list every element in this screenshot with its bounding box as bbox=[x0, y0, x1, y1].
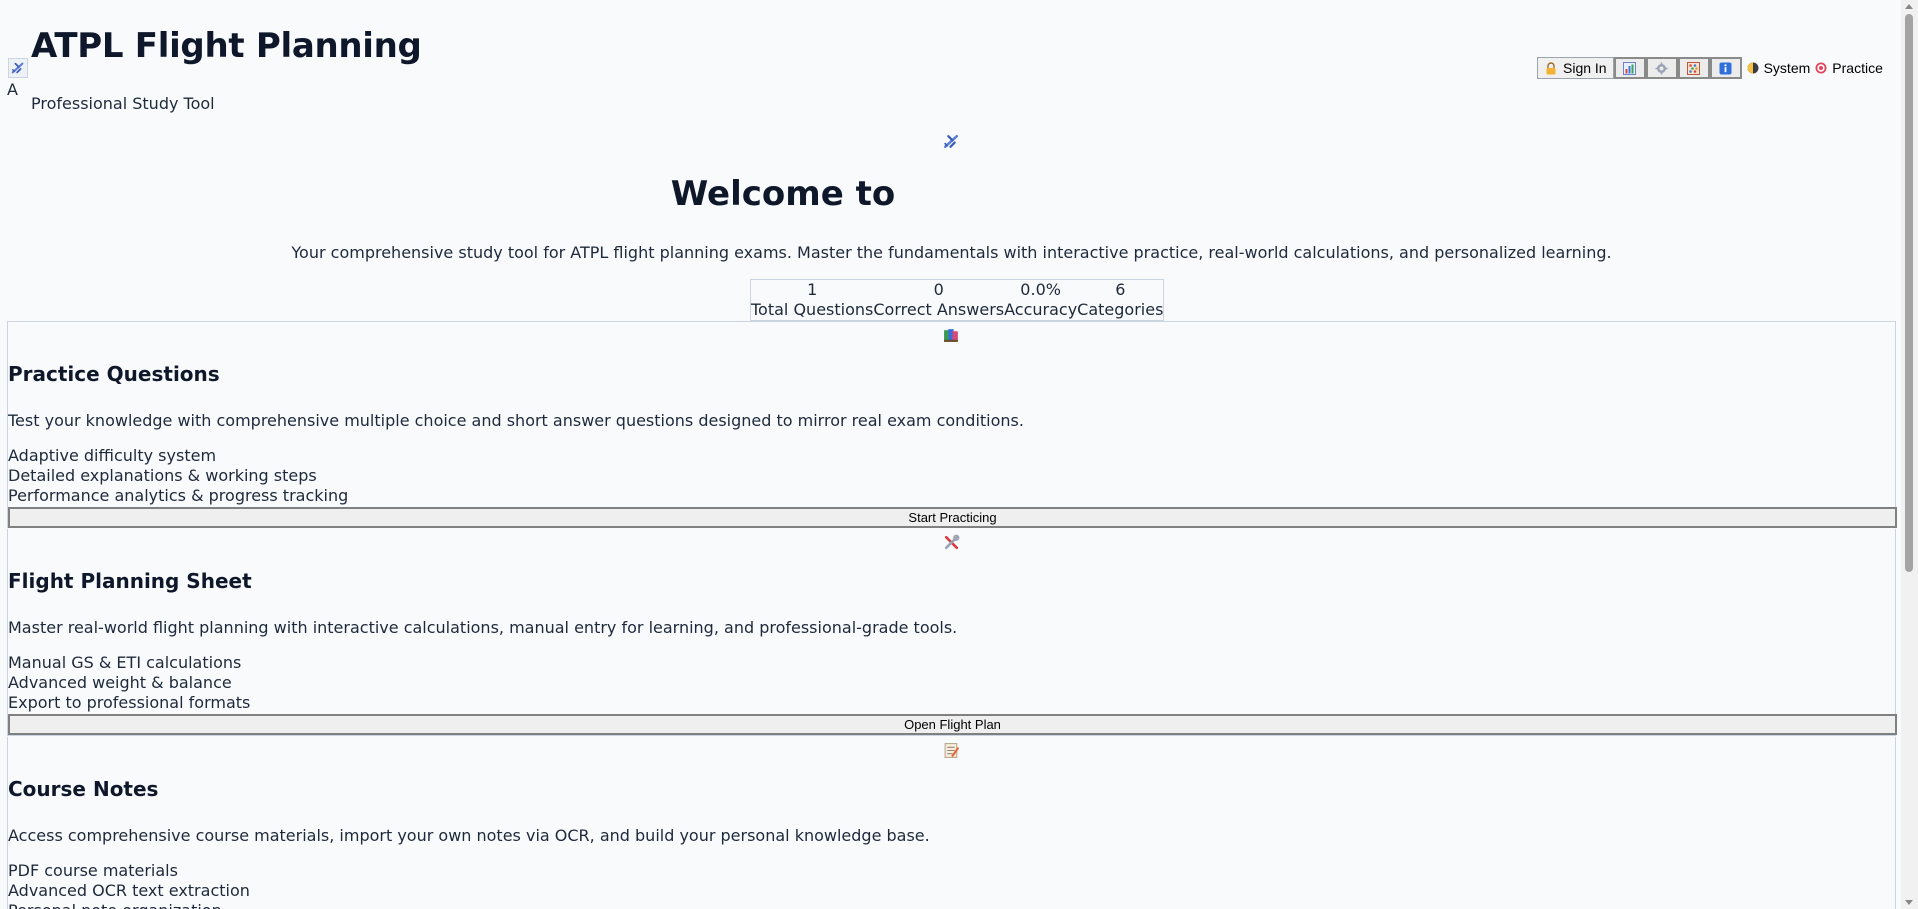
feature-item: Detailed explanations & working steps bbox=[8, 466, 317, 485]
sign-in-button[interactable]: Sign In bbox=[1537, 57, 1614, 79]
mode-label: Practice bbox=[1832, 60, 1883, 76]
flight-planning-card: Flight Planning Sheet Master real-world … bbox=[7, 529, 1897, 736]
card-title: Flight Planning Sheet bbox=[8, 569, 252, 593]
feature-item: PDF course materials bbox=[8, 861, 178, 880]
feature-item: Manual GS & ETI calculations bbox=[8, 653, 242, 672]
stat-total-questions: 1 Total Questions bbox=[751, 280, 873, 320]
books-icon bbox=[943, 327, 960, 344]
stat-correct-answers: 0 Correct Answers bbox=[873, 280, 1004, 320]
logo-image bbox=[8, 58, 28, 78]
header-toolbar: Sign In System Practice bbox=[1537, 57, 1883, 79]
settings-button[interactable] bbox=[1645, 57, 1678, 79]
stat-value: 1 bbox=[807, 280, 818, 299]
stat-accuracy: 0.0% Accuracy bbox=[1004, 280, 1077, 320]
sign-in-label: Sign In bbox=[1563, 60, 1607, 76]
half-moon-icon bbox=[1746, 61, 1760, 75]
theme-label: System bbox=[1763, 60, 1811, 76]
scroll-up-arrow-icon[interactable] bbox=[1905, 4, 1913, 9]
card-description: Master real-world flight planning with i… bbox=[8, 618, 958, 637]
stat-label: Categories bbox=[1077, 300, 1164, 319]
logo-alt-text: A bbox=[7, 80, 18, 99]
feature-item: Export to professional formats bbox=[8, 693, 251, 712]
feature-item: Performance analytics & progress trackin… bbox=[8, 486, 349, 505]
feature-item: Personal note organization bbox=[8, 901, 250, 909]
stat-label: Correct Answers bbox=[873, 300, 1005, 319]
abacus-icon bbox=[1687, 61, 1701, 75]
feature-item: Advanced weight & balance bbox=[8, 673, 232, 692]
stat-value: 0 bbox=[933, 280, 944, 299]
practice-questions-card: Practice Questions Test your knowledge w… bbox=[7, 321, 1897, 528]
notes-icon bbox=[943, 742, 960, 759]
feature-list: Manual GS & ETI calculations Advanced we… bbox=[8, 653, 250, 713]
feature-item: Advanced OCR text extraction bbox=[8, 881, 250, 900]
scroll-down-arrow-icon[interactable] bbox=[1905, 900, 1913, 905]
card-title: Practice Questions bbox=[8, 362, 220, 386]
info-button[interactable] bbox=[1709, 57, 1742, 79]
app-subtitle: Professional Study Tool bbox=[31, 94, 215, 113]
analytics-button[interactable] bbox=[1613, 57, 1646, 79]
scroll-thumb[interactable] bbox=[1905, 14, 1913, 572]
feature-list: Adaptive difficulty system Detailed expl… bbox=[8, 446, 348, 506]
stat-value: 0.0% bbox=[1020, 280, 1061, 299]
bar-chart-icon bbox=[1623, 61, 1637, 75]
calculator-button[interactable] bbox=[1677, 57, 1710, 79]
lock-icon bbox=[1544, 61, 1558, 75]
stat-value: 6 bbox=[1115, 280, 1126, 299]
stat-label: Total Questions bbox=[751, 300, 874, 319]
open-flight-plan-button[interactable]: Open Flight Plan bbox=[8, 714, 1897, 735]
info-icon bbox=[1719, 61, 1733, 75]
feature-list: PDF course materials Advanced OCR text e… bbox=[8, 861, 250, 909]
card-title: Course Notes bbox=[8, 777, 159, 801]
card-description: Test your knowledge with comprehensive m… bbox=[8, 411, 1024, 430]
course-notes-card: Course Notes Access comprehensive course… bbox=[7, 737, 1896, 909]
welcome-description: Your comprehensive study tool for ATPL f… bbox=[291, 243, 1612, 262]
theme-toggle[interactable]: System bbox=[1746, 60, 1811, 76]
app-title: ATPL Flight Planning bbox=[31, 26, 422, 66]
tools-icon bbox=[943, 534, 960, 551]
airplane-icon bbox=[11, 62, 24, 74]
stat-label: Accuracy bbox=[1004, 300, 1078, 319]
stat-categories: 6 Categories bbox=[1077, 280, 1163, 320]
welcome-heading: Welcome to bbox=[670, 174, 896, 214]
target-icon bbox=[1814, 61, 1828, 75]
start-practicing-button[interactable]: Start Practicing bbox=[8, 507, 1897, 528]
stats-panel: 1 Total Questions 0 Correct Answers 0.0%… bbox=[750, 279, 1165, 321]
feature-item: Adaptive difficulty system bbox=[8, 446, 217, 465]
page-scrollbar[interactable] bbox=[1901, 0, 1918, 909]
mode-toggle[interactable]: Practice bbox=[1814, 60, 1883, 76]
airplane-icon bbox=[943, 133, 960, 150]
gear-icon bbox=[1655, 61, 1669, 75]
card-description: Access comprehensive course materials, i… bbox=[8, 826, 930, 845]
